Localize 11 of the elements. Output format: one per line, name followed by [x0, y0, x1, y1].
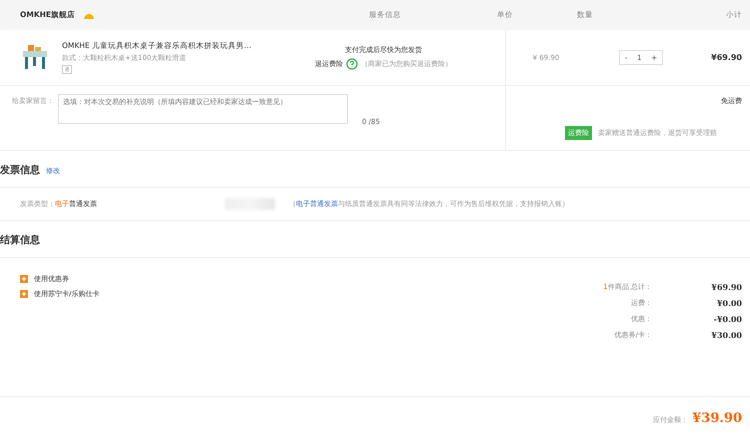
section-title: 发票信息 — [0, 164, 40, 177]
subtotal: ¥69.90 — [711, 53, 742, 62]
summary-value: ¥69.90 — [710, 282, 742, 292]
summary-value: -¥0.00 — [712, 314, 742, 324]
plus-icon[interactable] — [20, 290, 28, 298]
help-icon[interactable] — [346, 58, 358, 70]
plus-icon[interactable] — [20, 275, 28, 283]
section-title: 结算信息 — [0, 234, 40, 247]
payable-amount: ¥39.90 — [692, 411, 742, 426]
summary-value: ¥0.00 — [716, 298, 742, 308]
summary-value: ¥30.00 — [710, 330, 742, 340]
